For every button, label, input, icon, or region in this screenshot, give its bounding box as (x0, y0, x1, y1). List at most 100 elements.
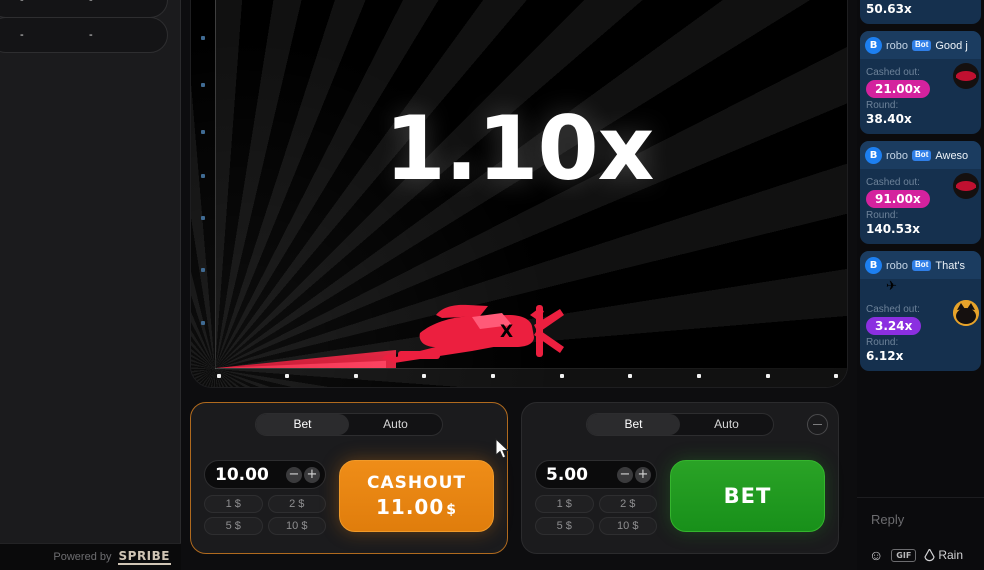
plane-thumbnail (953, 63, 979, 89)
quick-amount-chip[interactable]: 1 $ (204, 495, 263, 513)
spribe-logo: SPRIBE (117, 548, 171, 565)
stake-value: 5.00 (546, 464, 588, 485)
airplane-icon: X (382, 304, 564, 363)
stat-cell-b: - (89, 0, 94, 6)
tab-auto[interactable]: Auto (349, 414, 442, 435)
round-value: 38.40x (866, 112, 912, 126)
round-label: Round: (866, 337, 899, 348)
chat-message-body: Cashed out: 21.00x Round: 38.40x (860, 59, 981, 134)
currency-symbol: $ (446, 502, 457, 518)
remove-panel-button[interactable] (807, 414, 828, 435)
round-value: 140.53x (866, 222, 921, 236)
rain-label: Rain (938, 548, 963, 562)
plane-thumbnail (953, 173, 979, 199)
y-axis-dot (201, 216, 205, 220)
tab-bet[interactable]: Bet (587, 414, 680, 435)
cashed-out-badge: 21.00x (866, 80, 930, 98)
stake-increment-button[interactable]: + (304, 466, 320, 483)
chat-message[interactable]: Round: 50.63x (860, 0, 981, 24)
aviator-game-screen: - - - - Powered by SPRIBE 1.10x X Bet Au… (0, 0, 984, 570)
left-sidebar: - - - - Powered by SPRIBE (0, 0, 181, 570)
stake-input[interactable]: 5.00 − + (535, 460, 657, 489)
chat-message[interactable]: B robo Bot Aweso Cashed out: 91.00x Roun… (860, 141, 981, 244)
quick-amount-chip[interactable]: 10 $ (598, 517, 657, 535)
chat-tools: ☺ GIF Rain (869, 547, 963, 563)
mode-toggle[interactable]: Bet Auto (255, 413, 443, 436)
multiplier-value: 1.10x (384, 97, 655, 200)
x-axis-dot (217, 374, 221, 378)
avatar: B (865, 147, 882, 164)
stat-row[interactable]: - - (0, 0, 168, 18)
tab-bet[interactable]: Bet (256, 414, 349, 435)
droplet-icon (924, 548, 935, 561)
round-value: 50.63x (866, 2, 912, 16)
bot-badge: Bot (912, 150, 932, 161)
chat-message-header: B robo Bot That's (860, 251, 981, 279)
bot-badge: Bot (912, 40, 932, 51)
game-canvas: 1.10x X (190, 0, 848, 388)
stake-decrement-button[interactable]: − (617, 466, 633, 483)
chat-message-body: Cashed out: 3.24x Round: 6.12x (860, 296, 981, 371)
stat-row[interactable]: - - (0, 17, 168, 53)
quick-amount-chip[interactable]: 10 $ (267, 517, 326, 535)
y-axis-dot (201, 321, 205, 325)
quick-amount-chip[interactable]: 5 $ (535, 517, 594, 535)
bet-panel-secondary: Bet Auto 5.00 − + 1 $ 2 $ 5 $ 10 $ BET (521, 402, 839, 554)
stake-column: 10.00 − + 1 $ 2 $ 5 $ 10 $ (204, 460, 326, 535)
mouse-cursor (495, 438, 510, 459)
avatar: B (865, 257, 882, 274)
chat-message-header: B robo Bot Good j (860, 31, 981, 59)
stat-cell-a: - (20, 0, 25, 6)
round-value: 6.12x (866, 349, 904, 363)
x-axis-dot (697, 374, 701, 378)
x-axis-dot (766, 374, 770, 378)
stake-column: 5.00 − + 1 $ 2 $ 5 $ 10 $ (535, 460, 657, 535)
quick-amount-chip[interactable]: 2 $ (267, 495, 326, 513)
reply-input[interactable]: Reply (871, 512, 904, 527)
chat-message[interactable]: B robo Bot That's ✈ Cashed out: 3.24x Ro… (860, 251, 981, 371)
round-label: Round: (866, 210, 899, 221)
powered-by-bar: Powered by SPRIBE (0, 543, 181, 570)
quick-amount-chip[interactable]: 5 $ (204, 517, 263, 535)
x-axis-dot (422, 374, 426, 378)
round-label: Round: (866, 100, 899, 111)
bet-panel-primary: Bet Auto 10.00 − + 1 $ 2 $ 5 $ 10 $ CASH… (190, 402, 508, 554)
minus-icon (813, 424, 822, 425)
emoji-icon[interactable]: ☺ (869, 547, 883, 563)
chat-message-list[interactable]: Round: 50.63x B robo Bot Good j Cashed o… (857, 0, 984, 497)
quick-amount-chip[interactable]: 1 $ (535, 495, 594, 513)
chat-message-body: Round: 50.63x (860, 0, 981, 24)
chat-sidebar: Round: 50.63x B robo Bot Good j Cashed o… (857, 0, 984, 570)
stake-input[interactable]: 10.00 − + (204, 460, 326, 489)
cashed-out-badge: 91.00x (866, 190, 930, 208)
stake-decrement-button[interactable]: − (286, 466, 302, 483)
cashout-amount: 11.00 $ (375, 495, 457, 519)
game-center-column: 1.10x X Bet Auto 10.00 − + 1 $ 2 $ 5 $ 1… (181, 0, 857, 570)
chat-username: robo (886, 259, 909, 272)
cat-avatar (953, 300, 979, 326)
gif-icon[interactable]: GIF (891, 548, 917, 562)
mode-toggle[interactable]: Bet Auto (586, 413, 774, 436)
chat-message-text: Aweso (935, 149, 969, 162)
stat-cell-a: - (20, 29, 25, 41)
x-axis-dot (354, 374, 358, 378)
stake-value: 10.00 (215, 464, 269, 485)
stake-increment-button[interactable]: + (635, 466, 651, 483)
x-axis-dot (560, 374, 564, 378)
chat-message-text: That's (935, 259, 965, 272)
cashout-button[interactable]: CASHOUT 11.00 $ (339, 460, 494, 532)
y-axis-dot (201, 268, 205, 272)
bet-button[interactable]: BET (670, 460, 825, 532)
svg-text:X: X (500, 322, 513, 342)
chat-footer: Reply ☺ GIF Rain (857, 497, 984, 570)
bet-label: BET (723, 484, 772, 508)
chat-message[interactable]: B robo Bot Good j Cashed out: 21.00x Rou… (860, 31, 981, 134)
tab-auto[interactable]: Auto (680, 414, 773, 435)
x-axis-dot (628, 374, 632, 378)
chat-username: robo (886, 39, 909, 52)
quick-amount-chip[interactable]: 2 $ (598, 495, 657, 513)
rain-icon[interactable]: Rain (924, 548, 963, 562)
x-axis-dot (834, 374, 838, 378)
bot-badge: Bot (912, 260, 932, 271)
stat-cell-b: - (89, 29, 94, 41)
